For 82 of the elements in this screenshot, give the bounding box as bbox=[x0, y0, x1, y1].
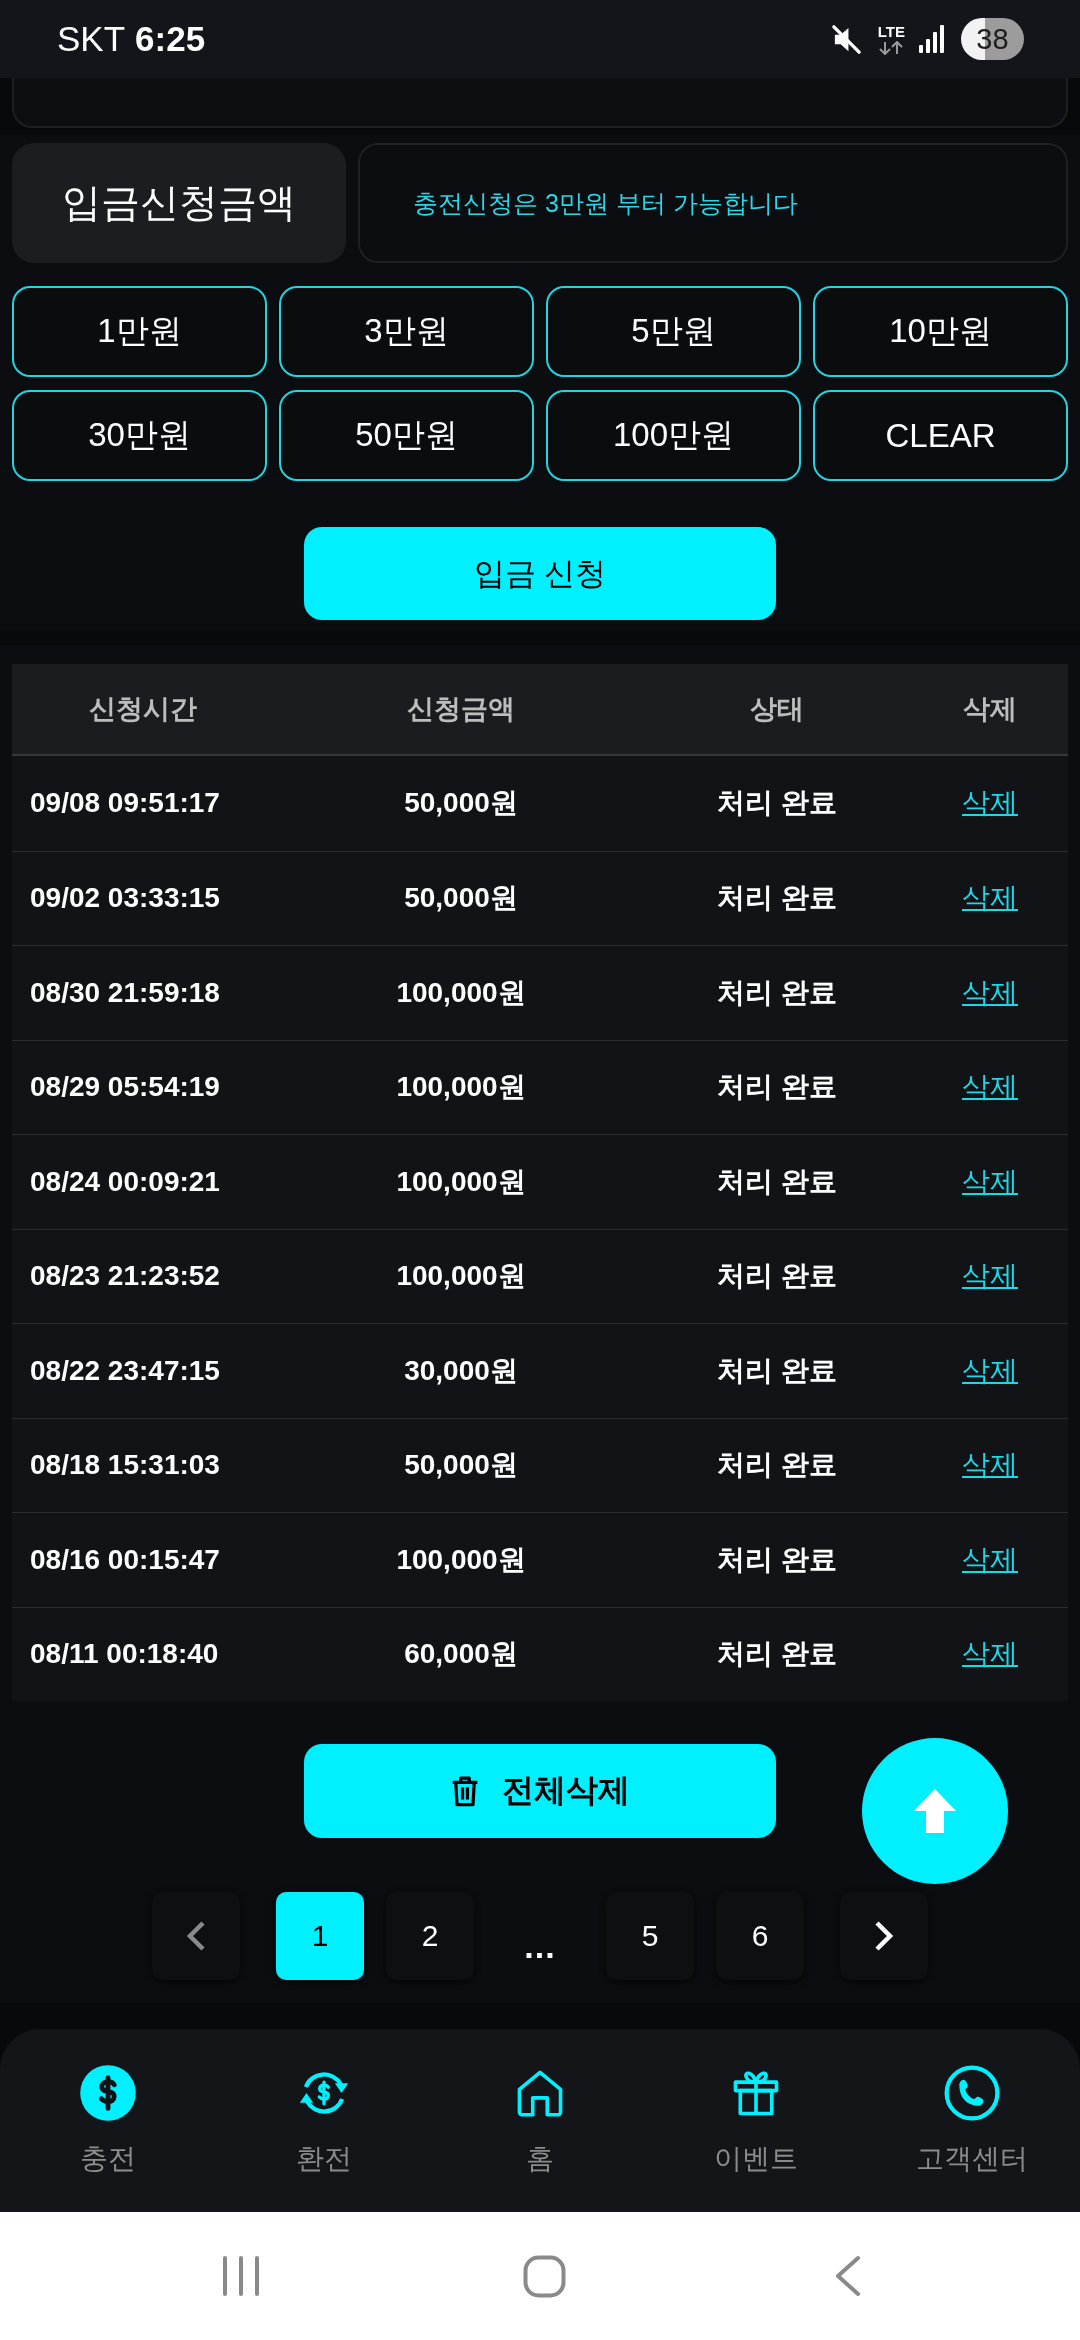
nav-tab[interactable]: 고객센터 bbox=[864, 2029, 1080, 2212]
delete-link[interactable]: 삭제 bbox=[962, 1540, 1018, 1579]
amount-button[interactable]: 1만원 bbox=[12, 286, 267, 377]
table-cell-text: 처리 완료 bbox=[717, 1070, 837, 1105]
table-cell: 08/30 21:59:18 bbox=[30, 976, 220, 1009]
page-button[interactable]: 5 bbox=[606, 1892, 694, 1980]
back-icon[interactable] bbox=[834, 2255, 861, 2297]
chevron-right-icon bbox=[874, 1920, 894, 1952]
table-cell: 08/18 15:31:03 bbox=[30, 1449, 220, 1482]
amount-button[interactable]: 50만원 bbox=[279, 390, 534, 481]
table-cell-text: 100,000원 bbox=[396, 1542, 526, 1577]
table-cell: 08/29 05:54:19 bbox=[30, 1071, 220, 1104]
column-header: 상태 bbox=[750, 693, 804, 726]
nav-tab[interactable]: 환전 bbox=[216, 2029, 432, 2212]
table-cell-text: 처리 완료 bbox=[717, 975, 837, 1010]
column-header: 삭제 bbox=[963, 693, 1017, 726]
table-cell-text: 60,000원 bbox=[404, 1637, 518, 1672]
table-cell-text: 처리 완료 bbox=[717, 881, 837, 916]
amount-label: 입금신청금액 bbox=[12, 143, 346, 263]
phone-icon bbox=[943, 2064, 1001, 2122]
table-cell-text: 100,000원 bbox=[396, 975, 526, 1010]
table-cell-text: 50,000원 bbox=[404, 786, 518, 821]
table-cell: 09/02 03:33:15 bbox=[30, 882, 220, 915]
notice-text: 충전신청은 3만원 부터 가능합니다 bbox=[358, 143, 1068, 263]
trash-icon bbox=[450, 1775, 480, 1807]
delete-link[interactable]: 삭제 bbox=[962, 973, 1018, 1012]
delete-link[interactable]: 삭제 bbox=[962, 1068, 1018, 1107]
page-button[interactable]: 6 bbox=[716, 1892, 804, 1980]
delete-link[interactable]: 삭제 bbox=[962, 1446, 1018, 1485]
table-cell: 08/23 21:23:52 bbox=[30, 1260, 220, 1293]
table-cell-text: 처리 완료 bbox=[717, 1637, 837, 1672]
table-cell-text: 처리 완료 bbox=[717, 1542, 837, 1577]
deposit-request-button[interactable]: 입금 신청 bbox=[304, 527, 776, 620]
nav-tab[interactable]: 이벤트 bbox=[648, 2029, 864, 2212]
table-cell: 08/24 00:09:21 bbox=[30, 1165, 220, 1198]
table-cell-text: 30,000원 bbox=[404, 1353, 518, 1388]
carrier-name: SKT bbox=[57, 19, 126, 59]
next-page-button[interactable] bbox=[840, 1892, 928, 1980]
column-header: 신청시간 bbox=[89, 693, 197, 726]
page-button[interactable]: 2 bbox=[386, 1892, 474, 1980]
table-cell: 08/22 23:47:15 bbox=[30, 1354, 220, 1387]
column-header: 신청금액 bbox=[407, 693, 515, 726]
delete-link[interactable]: 삭제 bbox=[962, 784, 1018, 823]
delete-all-button[interactable]: 전체삭제 bbox=[304, 1744, 776, 1838]
delete-link[interactable]: 삭제 bbox=[962, 1162, 1018, 1201]
table-cell-text: 50,000원 bbox=[404, 881, 518, 916]
table-cell-text: 50,000원 bbox=[404, 1448, 518, 1483]
clock-time: 6:25 bbox=[135, 19, 206, 59]
home-button-icon[interactable] bbox=[523, 2254, 566, 2298]
table-cell-text: 100,000원 bbox=[396, 1259, 526, 1294]
mute-icon bbox=[830, 23, 862, 55]
table-cell: 08/16 00:15:47 bbox=[30, 1543, 220, 1576]
amount-button[interactable]: 100만원 bbox=[546, 390, 801, 481]
data-arrows-icon bbox=[878, 40, 905, 55]
table-cell-text: 처리 완료 bbox=[717, 786, 837, 821]
delete-link[interactable]: 삭제 bbox=[962, 1635, 1018, 1674]
table-cell-text: 100,000원 bbox=[396, 1164, 526, 1199]
amount-button[interactable]: 10만원 bbox=[813, 286, 1068, 377]
dollar-coin-icon bbox=[79, 2064, 137, 2122]
delete-link[interactable]: 삭제 bbox=[962, 1351, 1018, 1390]
amount-button[interactable]: 5만원 bbox=[546, 286, 801, 377]
nav-tab[interactable]: 홈 bbox=[432, 2029, 648, 2212]
table-cell-text: 처리 완료 bbox=[717, 1164, 837, 1199]
amount-button[interactable]: 30만원 bbox=[12, 390, 267, 481]
page-ellipsis: ... bbox=[524, 1927, 556, 1966]
table-cell-text: 100,000원 bbox=[396, 1070, 526, 1105]
table-cell: 09/08 09:51:17 bbox=[30, 787, 220, 820]
network-type: LTE bbox=[877, 23, 905, 39]
nav-tab[interactable]: 충전 bbox=[0, 2029, 216, 2212]
table-cell-text: 처리 완료 bbox=[717, 1448, 837, 1483]
table-cell: 08/11 00:18:40 bbox=[30, 1638, 219, 1671]
delete-link[interactable]: 삭제 bbox=[962, 879, 1018, 918]
table-cell-text: 처리 완료 bbox=[717, 1353, 837, 1388]
signal-icon bbox=[918, 25, 946, 53]
delete-link[interactable]: 삭제 bbox=[962, 1257, 1018, 1296]
amount-button[interactable]: CLEAR bbox=[813, 390, 1068, 481]
table-cell-text: 처리 완료 bbox=[717, 1259, 837, 1294]
arrow-up-icon bbox=[914, 1789, 956, 1833]
amount-button[interactable]: 3만원 bbox=[279, 286, 534, 377]
page-button[interactable]: 1 bbox=[276, 1892, 364, 1980]
chevron-left-icon bbox=[186, 1920, 206, 1952]
recent-apps-icon[interactable] bbox=[222, 2256, 260, 2296]
